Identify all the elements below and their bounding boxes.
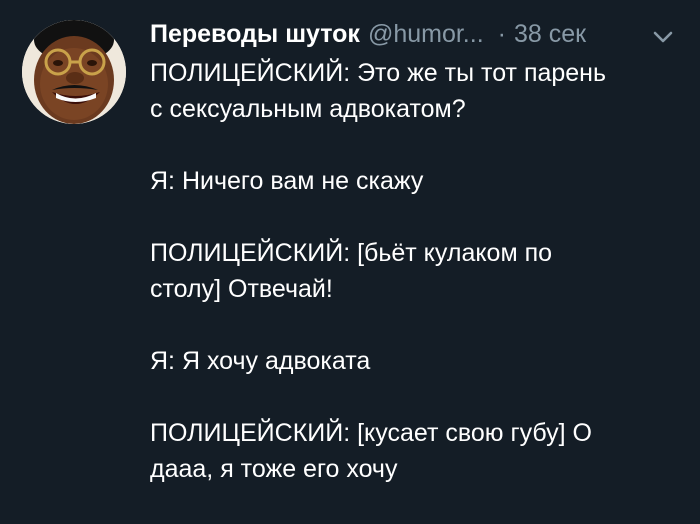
- tweet-text-line: ПОЛИЦЕЙСКИЙ: [бьёт кулаком по: [150, 239, 553, 267]
- tweet-text-line: ПОЛИЦЕЙСКИЙ: Это же ты тот парень: [150, 59, 607, 87]
- tweet-text-line: столу] Отвечай!: [150, 275, 333, 303]
- timestamp[interactable]: 38 сек: [514, 17, 586, 51]
- avatar-photo: [22, 20, 126, 124]
- tweet-text-line: ПОЛИЦЕЙСКИЙ: [кусает свою губу] О: [150, 419, 592, 447]
- tweet-text-line: Я: Ничего вам не скажу: [150, 167, 424, 195]
- tweet: Переводы шуток @humor... · 38 сек ПОЛИЦЕ…: [0, 0, 700, 524]
- display-name[interactable]: Переводы шуток: [150, 17, 360, 51]
- avatar[interactable]: [22, 20, 126, 124]
- separator-dot: ·: [497, 20, 506, 48]
- user-handle[interactable]: @humor...: [368, 17, 484, 51]
- tweet-header: Переводы шуток @humor... · 38 сек: [150, 17, 586, 51]
- chevron-down-icon[interactable]: [652, 30, 674, 44]
- tweet-text-line: с сексуальным адвокатом?: [150, 95, 466, 123]
- tweet-text-line: дааа, я тоже его хочу: [150, 455, 398, 483]
- tweet-text: ПОЛИЦЕЙСКИЙ: Это же ты тот парень с секс…: [150, 55, 680, 487]
- tweet-text-line: Я: Я хочу адвоката: [150, 347, 371, 375]
